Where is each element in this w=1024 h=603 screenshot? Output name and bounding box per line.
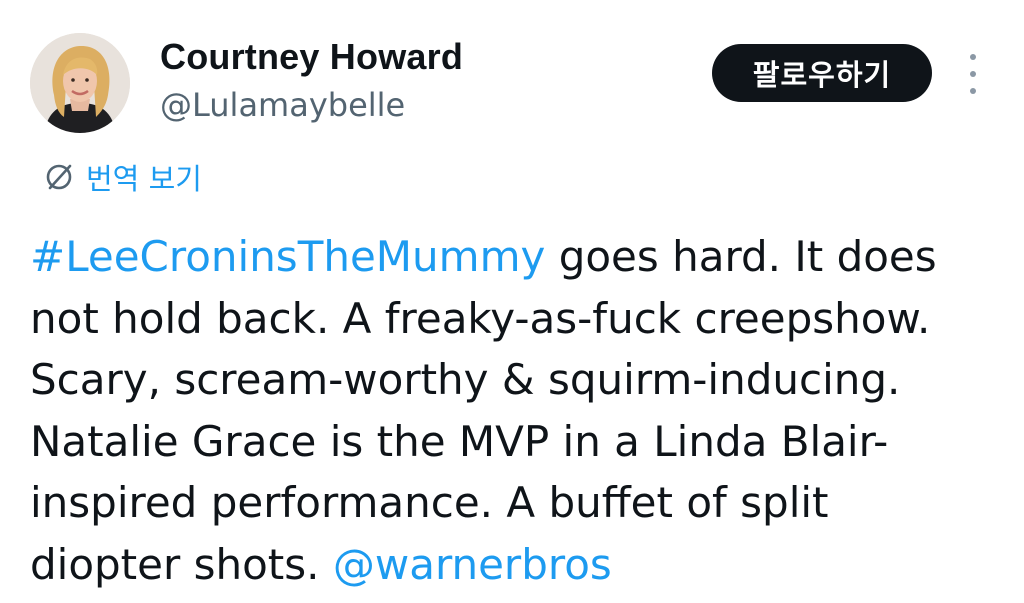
tweet-line: inspired performance. A buffet of split xyxy=(30,478,829,527)
translate-label: 번역 보기 xyxy=(86,162,202,196)
display-name[interactable]: Courtney Howard xyxy=(160,36,463,78)
tweet-text-segment: goes hard. It does xyxy=(545,232,937,281)
tweet-text: #LeeCroninsTheMummy goes hard. It does n… xyxy=(30,226,1005,595)
translate-link[interactable]: 번역 보기 xyxy=(44,156,202,198)
more-dot xyxy=(970,71,976,77)
follow-button[interactable]: 팔로우하기 xyxy=(712,44,932,102)
user-handle[interactable]: @Lulamaybelle xyxy=(160,86,405,124)
more-options-icon[interactable] xyxy=(958,54,988,94)
avatar-image xyxy=(30,33,130,133)
tweet-line: Scary, scream-worthy & squirm-inducing. xyxy=(30,355,901,404)
tweet-line: #LeeCroninsTheMummy goes hard. It does xyxy=(30,226,1005,288)
globe-translate-icon xyxy=(46,164,72,190)
tweet-line: diopter shots. @warnerbros xyxy=(30,534,1005,596)
more-dot xyxy=(970,88,976,94)
avatar[interactable] xyxy=(30,33,130,133)
tweet-line: not hold back. A freaky-as-fuck creepsho… xyxy=(30,293,931,343)
tweet-line: Natalie Grace is the MVP in a Linda Blai… xyxy=(30,416,889,466)
tweet-text-segment: diopter shots. xyxy=(30,539,333,589)
more-dot xyxy=(970,54,976,60)
mention-link[interactable]: @warnerbros xyxy=(333,540,612,589)
hashtag-link[interactable]: #LeeCroninsTheMummy xyxy=(30,232,545,281)
